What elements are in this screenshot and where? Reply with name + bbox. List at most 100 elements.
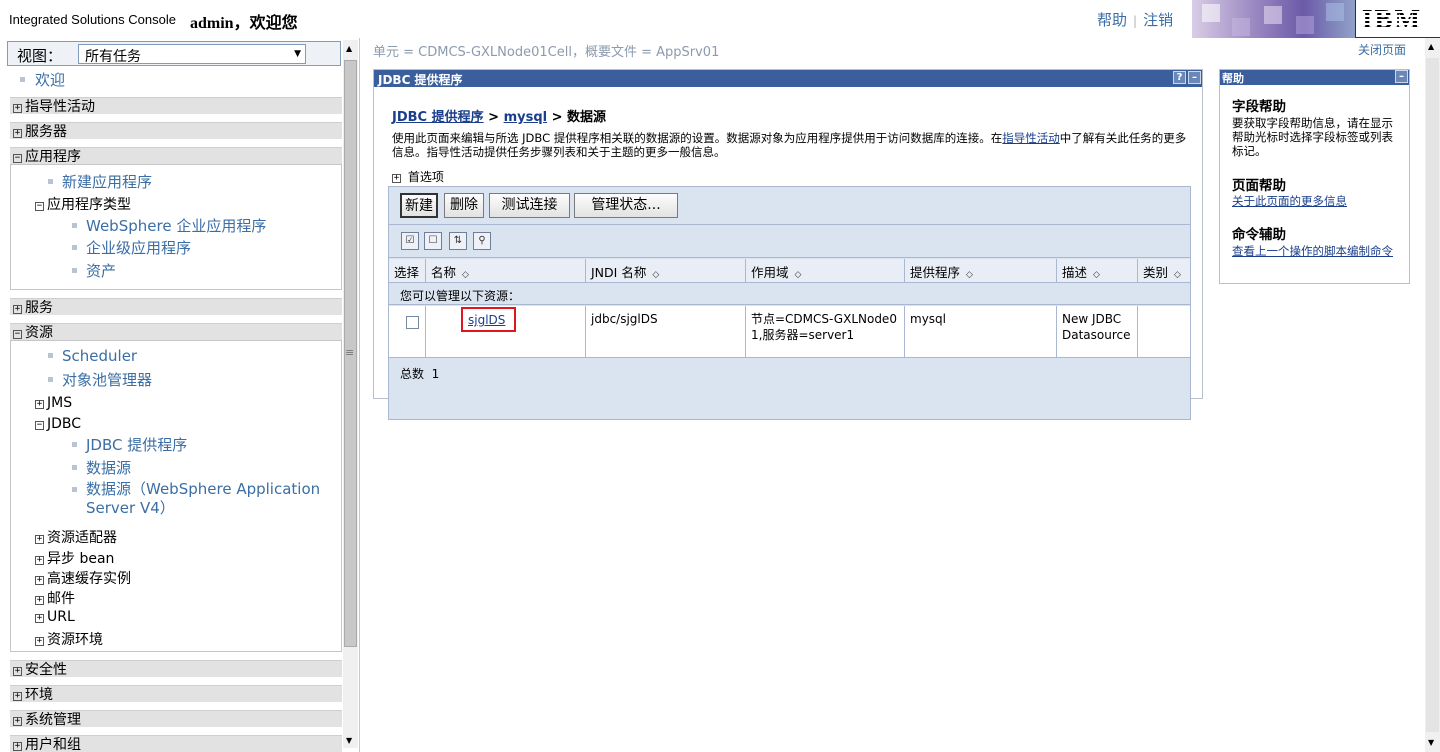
nav-item-url[interactable]: + URL <box>35 609 75 625</box>
guided-activity-link[interactable]: 指导性活动 <box>1002 131 1060 145</box>
nav-section-apps-label[interactable]: − 应用程序 <box>13 146 81 166</box>
help-panel-header: 帮助 – <box>1220 70 1409 85</box>
sort-icon[interactable]: ◇ <box>1093 270 1100 280</box>
nav-item-business-apps[interactable]: 企业级应用程序 <box>72 237 191 258</box>
sort-icon[interactable]: ◇ <box>462 270 469 280</box>
content-scroll-track[interactable] <box>1426 58 1439 732</box>
command-assist-heading: 命令辅助 <box>1232 227 1286 243</box>
column-scope[interactable]: 作用域 ◇ <box>746 259 905 283</box>
nav-item-jdbc-providers[interactable]: JDBC 提供程序 <box>72 434 187 455</box>
scroll-down-icon[interactable]: ▼ <box>346 736 352 745</box>
column-category[interactable]: 类别 ◇ <box>1138 259 1190 283</box>
new-button[interactable]: 新建 <box>400 193 438 218</box>
nav-item-label: 企业级应用程序 <box>86 239 192 257</box>
expand-icon: + <box>35 399 44 409</box>
nav-item-jdbc[interactable]: − JDBC <box>35 416 81 432</box>
nav-section-resources-label[interactable]: − 资源 <box>13 322 53 342</box>
column-select: 选择 <box>389 259 426 283</box>
bullet-icon <box>72 268 77 273</box>
nav-section-services[interactable] <box>10 298 342 315</box>
nav-section-environment-label[interactable]: + 环境 <box>13 684 53 704</box>
sort-icon[interactable]: ◇ <box>1174 270 1181 280</box>
select-all-icon[interactable]: ☑ <box>401 232 419 250</box>
column-name[interactable]: 名称 ◇ <box>426 259 586 283</box>
sort-icon[interactable]: ◇ <box>652 270 659 280</box>
nav-section-services-label[interactable]: + 服务 <box>13 297 53 317</box>
scroll-up-icon[interactable]: ▲ <box>1428 42 1434 51</box>
header-links: 帮助 | 注销 <box>1097 9 1173 30</box>
nav-item-label: 数据源（WebSphere Application Server V4） <box>86 480 321 517</box>
nav-item-new-app[interactable]: 新建应用程序 <box>48 171 152 192</box>
page-help-link[interactable]: 关于此页面的更多信息 <box>1232 194 1400 208</box>
ibm-logo-box: IBM <box>1355 0 1440 38</box>
nav-section-resources[interactable] <box>10 323 342 340</box>
column-label: JNDI 名称 <box>591 265 647 280</box>
nav-section-security-label[interactable]: + 安全性 <box>13 659 67 679</box>
nav-item-assets[interactable]: 资产 <box>72 260 116 281</box>
nav-item-async-beans[interactable]: + 异步 bean <box>35 548 114 568</box>
minimize-icon[interactable]: – <box>1395 70 1408 83</box>
column-jndi[interactable]: JNDI 名称 ◇ <box>586 259 746 283</box>
scroll-down-icon[interactable]: ▼ <box>1428 738 1434 747</box>
test-connection-button[interactable]: 测试连接 <box>489 193 570 218</box>
table-row: sjglDS jdbc/sjglDS 节点=CDMCS-GXLNode01,服务… <box>389 306 1190 358</box>
clear-filter-icon[interactable]: ⚲ <box>473 232 491 250</box>
nav-scrollbar[interactable]: ▲ ▼ <box>343 40 358 748</box>
delete-button[interactable]: 删除 <box>444 193 484 218</box>
breadcrumb-current: 数据源 <box>567 110 607 125</box>
page-description: 使用此页面来编辑与所选 JDBC 提供程序相关联的数据源的设置。数据源对象为应用… <box>392 131 1192 159</box>
preferences-toggle[interactable]: + 首选项 <box>392 168 444 185</box>
view-select[interactable]: 所有任务 ▼ <box>78 44 306 65</box>
expand-icon: + <box>13 666 22 676</box>
nav-section-guided-label[interactable]: + 指导性活动 <box>13 96 95 116</box>
bullet-icon <box>48 377 53 382</box>
close-page-link[interactable]: 关闭页面 <box>1358 41 1406 58</box>
nav-item-cache[interactable]: + 高速缓存实例 <box>35 568 131 588</box>
help-link[interactable]: 帮助 <box>1097 11 1127 29</box>
nav-section-environment[interactable] <box>10 685 342 702</box>
nav-item-res-adapters[interactable]: + 资源适配器 <box>35 527 117 547</box>
collapse-icon: − <box>13 329 22 339</box>
nav-item-datasources[interactable]: 数据源 <box>72 457 131 478</box>
nav-section-sysadmin-label[interactable]: + 系统管理 <box>13 709 81 729</box>
table-icon-row: ☑ ☐ ⇅ ⚲ <box>389 226 1190 258</box>
show-filter-icon[interactable]: ⇅ <box>449 232 467 250</box>
nav-item-jms[interactable]: + JMS <box>35 395 72 411</box>
column-label: 描述 <box>1062 265 1088 280</box>
nav-section-users-label[interactable]: + 用户和组 <box>13 734 81 752</box>
header-separator: | <box>1133 14 1138 28</box>
manage-state-button[interactable]: 管理状态... <box>574 193 678 218</box>
jndi-cell: jdbc/sjglDS <box>586 306 746 358</box>
field-help-text: 要获取字段帮助信息，请在显示帮助光标时选择字段标签或列表标记。 <box>1232 116 1393 158</box>
sort-icon[interactable]: ◇ <box>966 270 973 280</box>
nav-item-object-pool[interactable]: 对象池管理器 <box>48 369 152 390</box>
nav-item-welcome[interactable]: 欢迎 <box>20 69 65 90</box>
datasource-name-link[interactable]: sjglDS <box>468 313 505 327</box>
command-assist-link[interactable]: 查看上一个操作的脚本编制命令 <box>1232 244 1400 258</box>
content-scrollbar[interactable]: ▲ ▼ <box>1425 38 1440 752</box>
frame-splitter-grip[interactable]: ≡ <box>345 346 354 359</box>
row-checkbox[interactable] <box>406 316 419 329</box>
jdbc-providers-panel: JDBC 提供程序 ? – JDBC 提供程序 > mysql > 数据源 使用… <box>373 69 1203 420</box>
nav-item-label: 资源适配器 <box>47 530 117 546</box>
nav-item-datasources-v4[interactable]: 数据源（WebSphere Application Server V4） <box>72 480 327 518</box>
sort-icon[interactable]: ◇ <box>795 270 802 280</box>
column-description[interactable]: 描述 ◇ <box>1057 259 1138 283</box>
deselect-all-icon[interactable]: ☐ <box>424 232 442 250</box>
nav-item-res-env[interactable]: + 资源环境 <box>35 629 103 649</box>
breadcrumb-jdbc-providers[interactable]: JDBC 提供程序 <box>392 110 484 125</box>
minimize-icon[interactable]: – <box>1188 71 1201 84</box>
nav-item-mail[interactable]: + 邮件 <box>35 588 75 608</box>
nav-item-app-types[interactable]: − 应用程序类型 <box>35 194 131 214</box>
logout-link[interactable]: 注销 <box>1143 11 1173 29</box>
scroll-up-icon[interactable]: ▲ <box>346 44 352 53</box>
nav-item-websphere-apps[interactable]: WebSphere 企业应用程序 <box>72 215 266 236</box>
help-question-icon[interactable]: ? <box>1173 71 1186 84</box>
breadcrumb-mysql[interactable]: mysql <box>504 110 548 125</box>
nav-item-scheduler[interactable]: Scheduler <box>48 347 137 365</box>
column-provider[interactable]: 提供程序 ◇ <box>905 259 1057 283</box>
column-label: 作用域 <box>751 265 789 280</box>
page-help-heading: 页面帮助 <box>1232 178 1286 194</box>
nav-section-servers-label[interactable]: + 服务器 <box>13 121 67 141</box>
nav-item-label: 新建应用程序 <box>62 173 153 191</box>
